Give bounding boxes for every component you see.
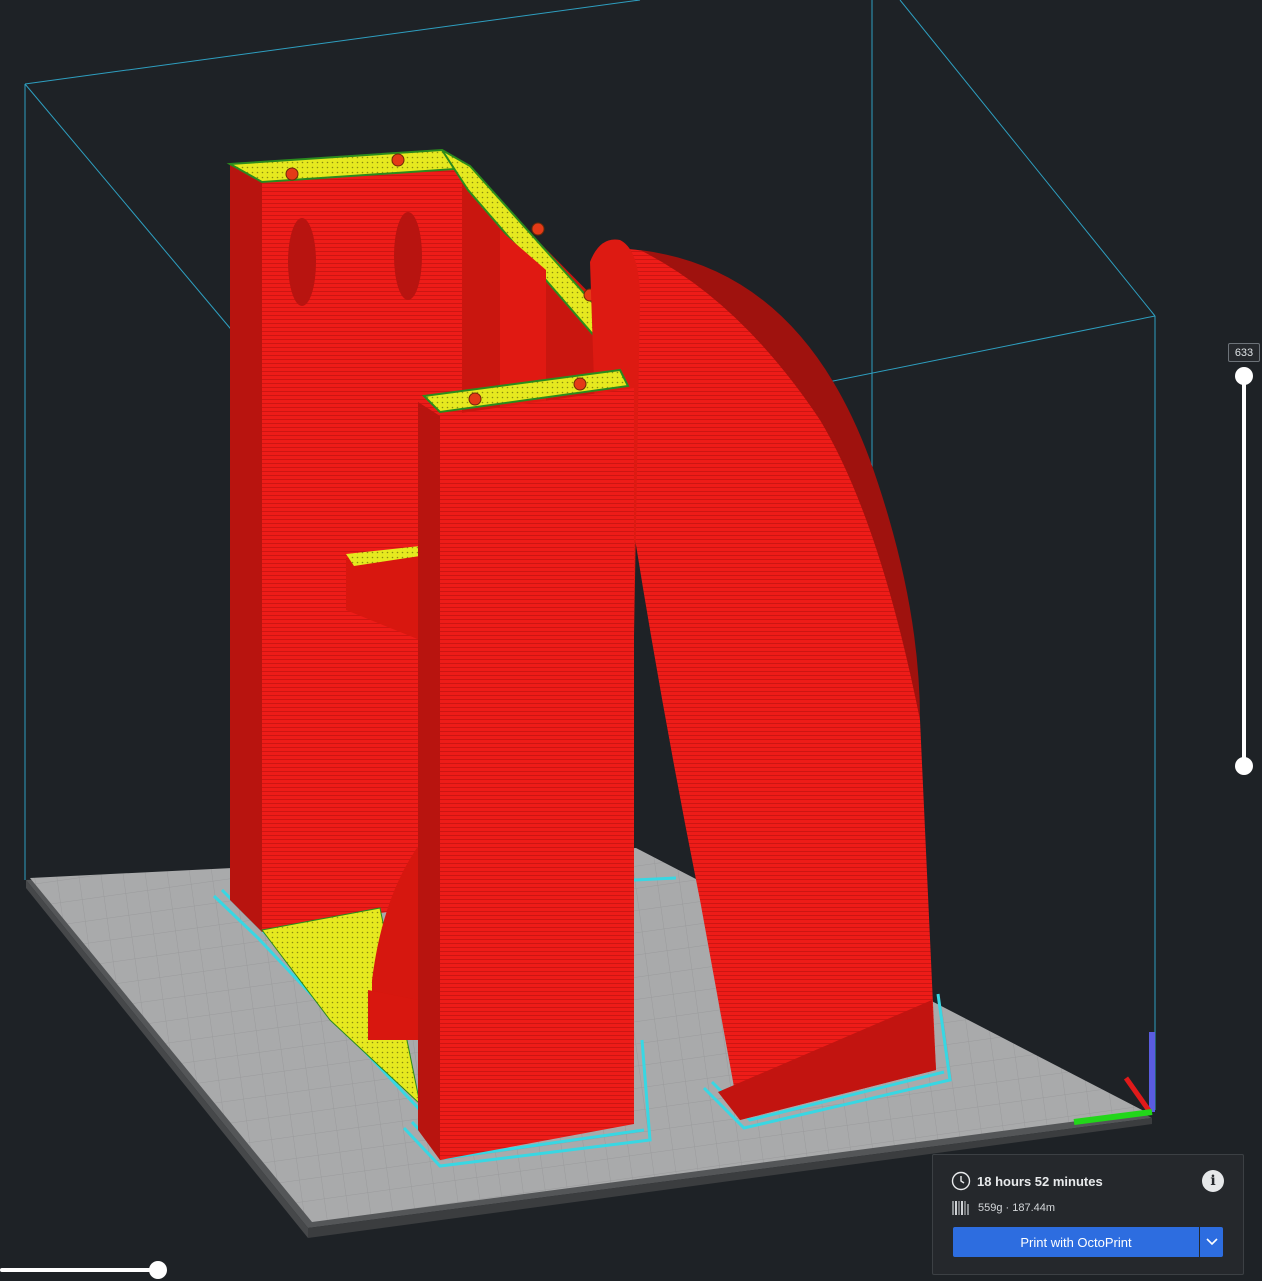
layer-slider-upper-handle[interactable]: [1235, 367, 1253, 385]
layer-number-readout[interactable]: 633: [1228, 343, 1260, 362]
print-time-estimate: 18 hours 52 minutes: [977, 1173, 1103, 1189]
layer-view-scene: [24, 0, 1156, 1238]
print-options-dropdown[interactable]: [1200, 1227, 1223, 1257]
material-usage-text: 559g · 187.44m: [978, 1202, 1056, 1214]
simulation-slider-track[interactable]: [0, 1268, 158, 1272]
layer-slider-track[interactable]: [1242, 376, 1246, 766]
front-block: [418, 368, 634, 1160]
print-with-octoprint-button[interactable]: Print with OctoPrint: [953, 1227, 1199, 1257]
material-usage-row: 559g · 187.44m: [952, 1199, 1055, 1217]
spool-icon: [952, 1201, 969, 1215]
clock-icon: [951, 1171, 971, 1191]
print-time-row: 18 hours 52 minutes: [951, 1169, 1103, 1193]
chevron-down-icon: [1205, 1238, 1218, 1246]
print-information-panel: 18 hours 52 minutes i 559g · 187.44m Pri…: [932, 1154, 1244, 1275]
info-icon[interactable]: i: [1202, 1170, 1224, 1192]
3d-viewport[interactable]: [0, 0, 1262, 1281]
layer-slider-lower-handle[interactable]: [1235, 757, 1253, 775]
simulation-slider-handle[interactable]: [149, 1261, 167, 1279]
